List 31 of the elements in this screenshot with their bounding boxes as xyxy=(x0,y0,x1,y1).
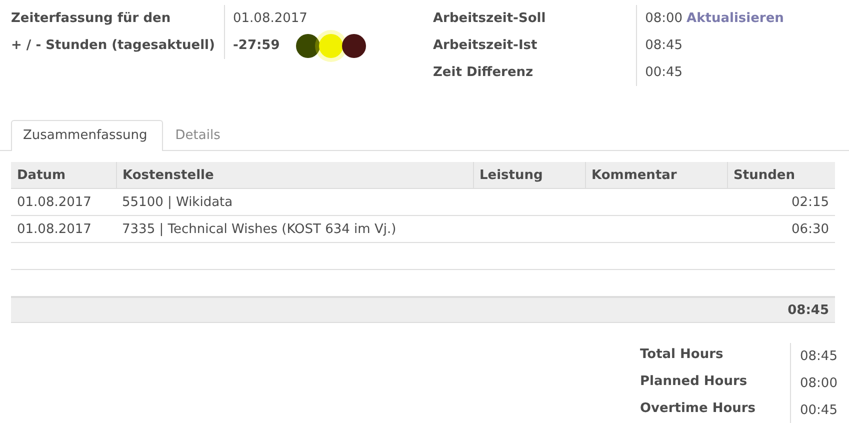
field-value: 00:45 xyxy=(645,64,683,82)
field-value: -27:59 xyxy=(233,37,280,55)
summary-label: Total Hours xyxy=(640,346,724,364)
update-link[interactable]: Aktualisieren xyxy=(686,5,784,32)
field-label: Arbeitszeit-Soll xyxy=(433,10,547,28)
field-value: 08:45 xyxy=(645,37,683,55)
field-label: + / - Stunden (tagesaktuell) xyxy=(11,37,216,55)
table-cell: 7335 | Technical Wishes (KOST 634 im Vj.) xyxy=(116,216,473,242)
column-header: Leistung xyxy=(473,162,585,188)
summary-label: Planned Hours xyxy=(640,373,748,391)
summary-value: 08:45 xyxy=(790,343,849,370)
field-label: Zeiterfassung für den xyxy=(11,10,172,28)
column-header: Stunden xyxy=(727,162,835,188)
tab[interactable]: Zusammenfassung xyxy=(11,120,164,151)
column-header: Kostenstelle xyxy=(116,162,473,188)
summary-value: 08:00 xyxy=(790,370,849,397)
table-cell: 55100 | Wikidata xyxy=(116,188,473,216)
column-header: Kommentar xyxy=(585,162,727,188)
table-cell: 01.08.2017 xyxy=(11,188,116,216)
column-header: Datum xyxy=(11,162,116,188)
table-cell: 02:15 xyxy=(727,188,835,216)
field-label: Arbeitszeit-Ist xyxy=(433,37,538,55)
total-value: 08:45 xyxy=(788,302,829,318)
table-cell: 01.08.2017 xyxy=(11,216,116,242)
field-label: Zeit Differenz xyxy=(433,64,534,82)
table-cell: 06:30 xyxy=(727,216,835,242)
summary-value: 00:45 xyxy=(790,397,849,423)
summary-label: Overtime Hours xyxy=(640,400,757,418)
field-value: 08:00 xyxy=(645,10,683,28)
tab[interactable]: Details xyxy=(163,120,236,151)
field-value: 01.08.2017 xyxy=(233,10,308,28)
